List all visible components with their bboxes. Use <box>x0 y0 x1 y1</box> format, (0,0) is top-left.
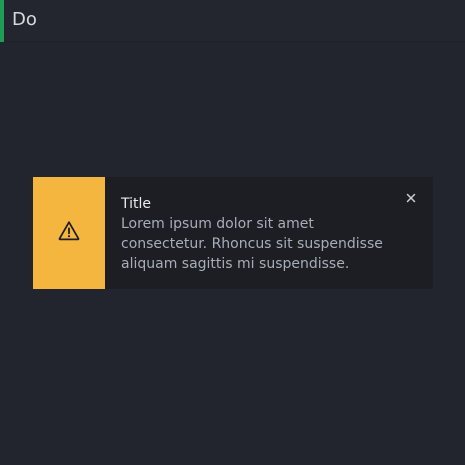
header-accent-bar <box>0 0 4 42</box>
header-bar: Do <box>0 0 465 42</box>
close-icon <box>406 188 416 207</box>
page: Do Title Lorem ipsum dolor sit amet cons… <box>0 0 465 465</box>
warning-notification: Title Lorem ipsum dolor sit amet consect… <box>33 177 433 289</box>
header-label: Do <box>12 9 37 30</box>
close-button[interactable] <box>403 189 419 205</box>
warning-icon <box>57 219 81 247</box>
notification-title: Title <box>121 196 152 212</box>
notification-icon-box <box>33 177 105 289</box>
notification-body: Title Lorem ipsum dolor sit amet consect… <box>105 177 433 289</box>
notification-message: Lorem ipsum dolor sit amet consectetur. … <box>121 216 383 272</box>
